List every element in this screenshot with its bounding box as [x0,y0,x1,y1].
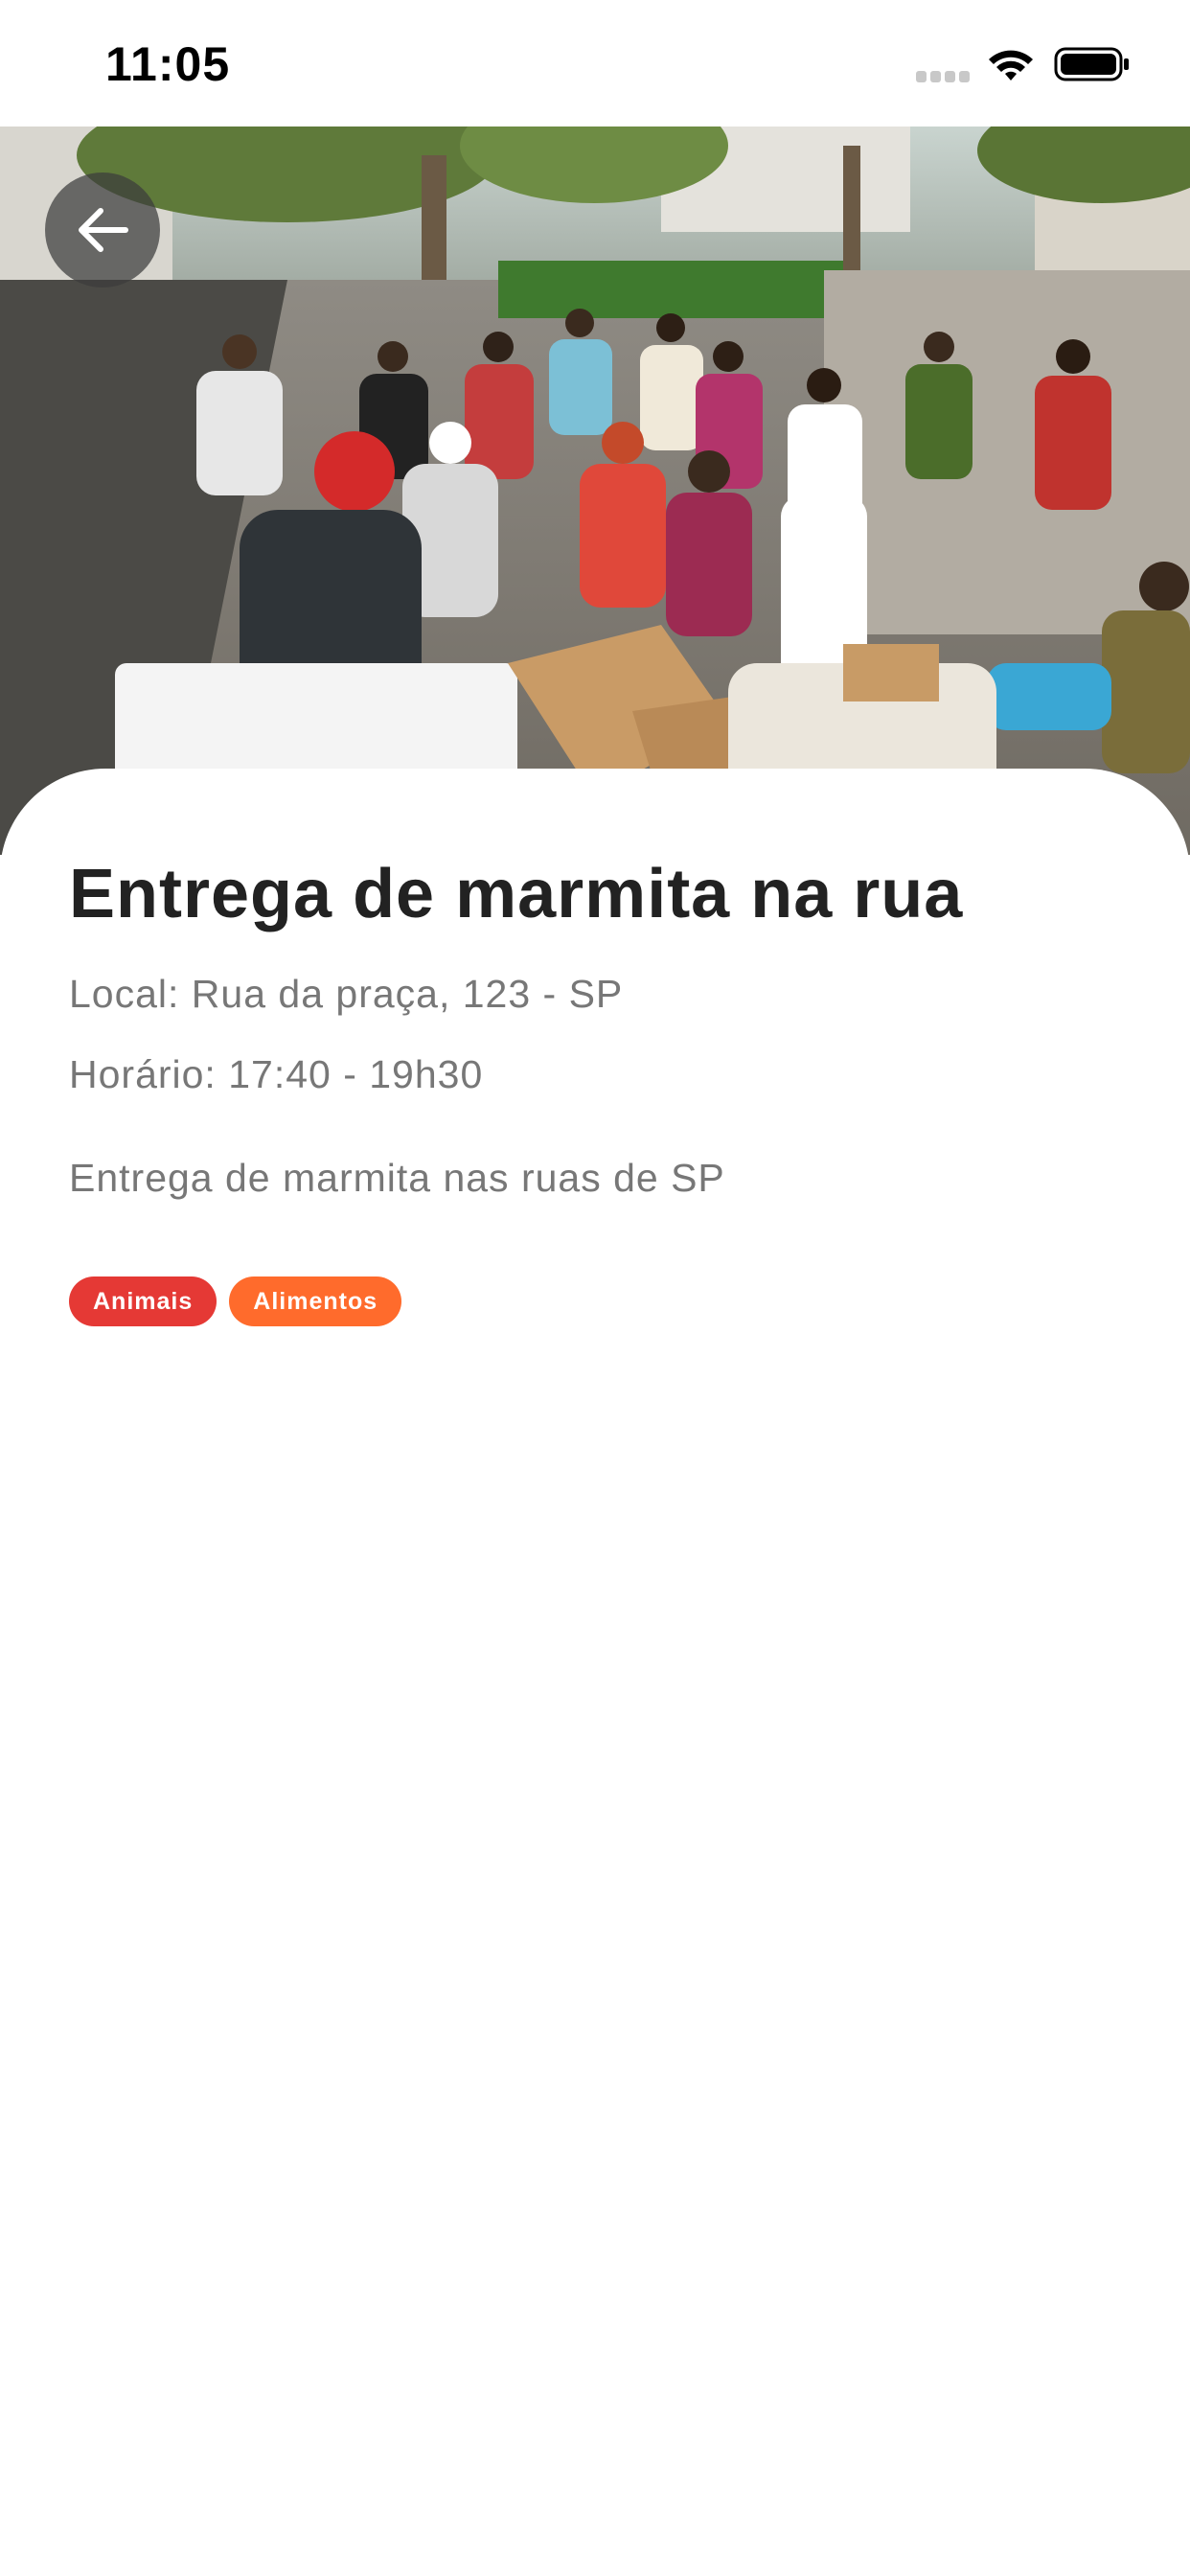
back-button[interactable] [45,172,160,288]
event-photo [0,126,1190,855]
event-detail-screen: 11:05 Entrega de marmita na rua Local: R… [0,0,1190,2576]
event-location: Local: Rua da praça, 123 - SP [69,972,624,1016]
arrow-left-icon [79,208,128,252]
event-detail-card: Entrega de marmita na rua Local: Rua da … [0,769,1190,2576]
status-time: 11:05 [105,37,231,91]
tag-animais[interactable]: Animais [69,1276,217,1326]
event-title: Entrega de marmita na rua [69,856,964,932]
tag-alimentos[interactable]: Alimentos [229,1276,402,1326]
event-description: Entrega de marmita nas ruas de SP [69,1156,725,1200]
battery-icon [1054,47,1129,81]
status-bar: 11:05 [0,0,1190,126]
cellular-signal-icon [916,71,970,82]
event-tags: Animais Alimentos [69,1276,402,1326]
wifi-icon [989,50,1033,80]
event-schedule: Horário: 17:40 - 19h30 [69,1052,484,1096]
